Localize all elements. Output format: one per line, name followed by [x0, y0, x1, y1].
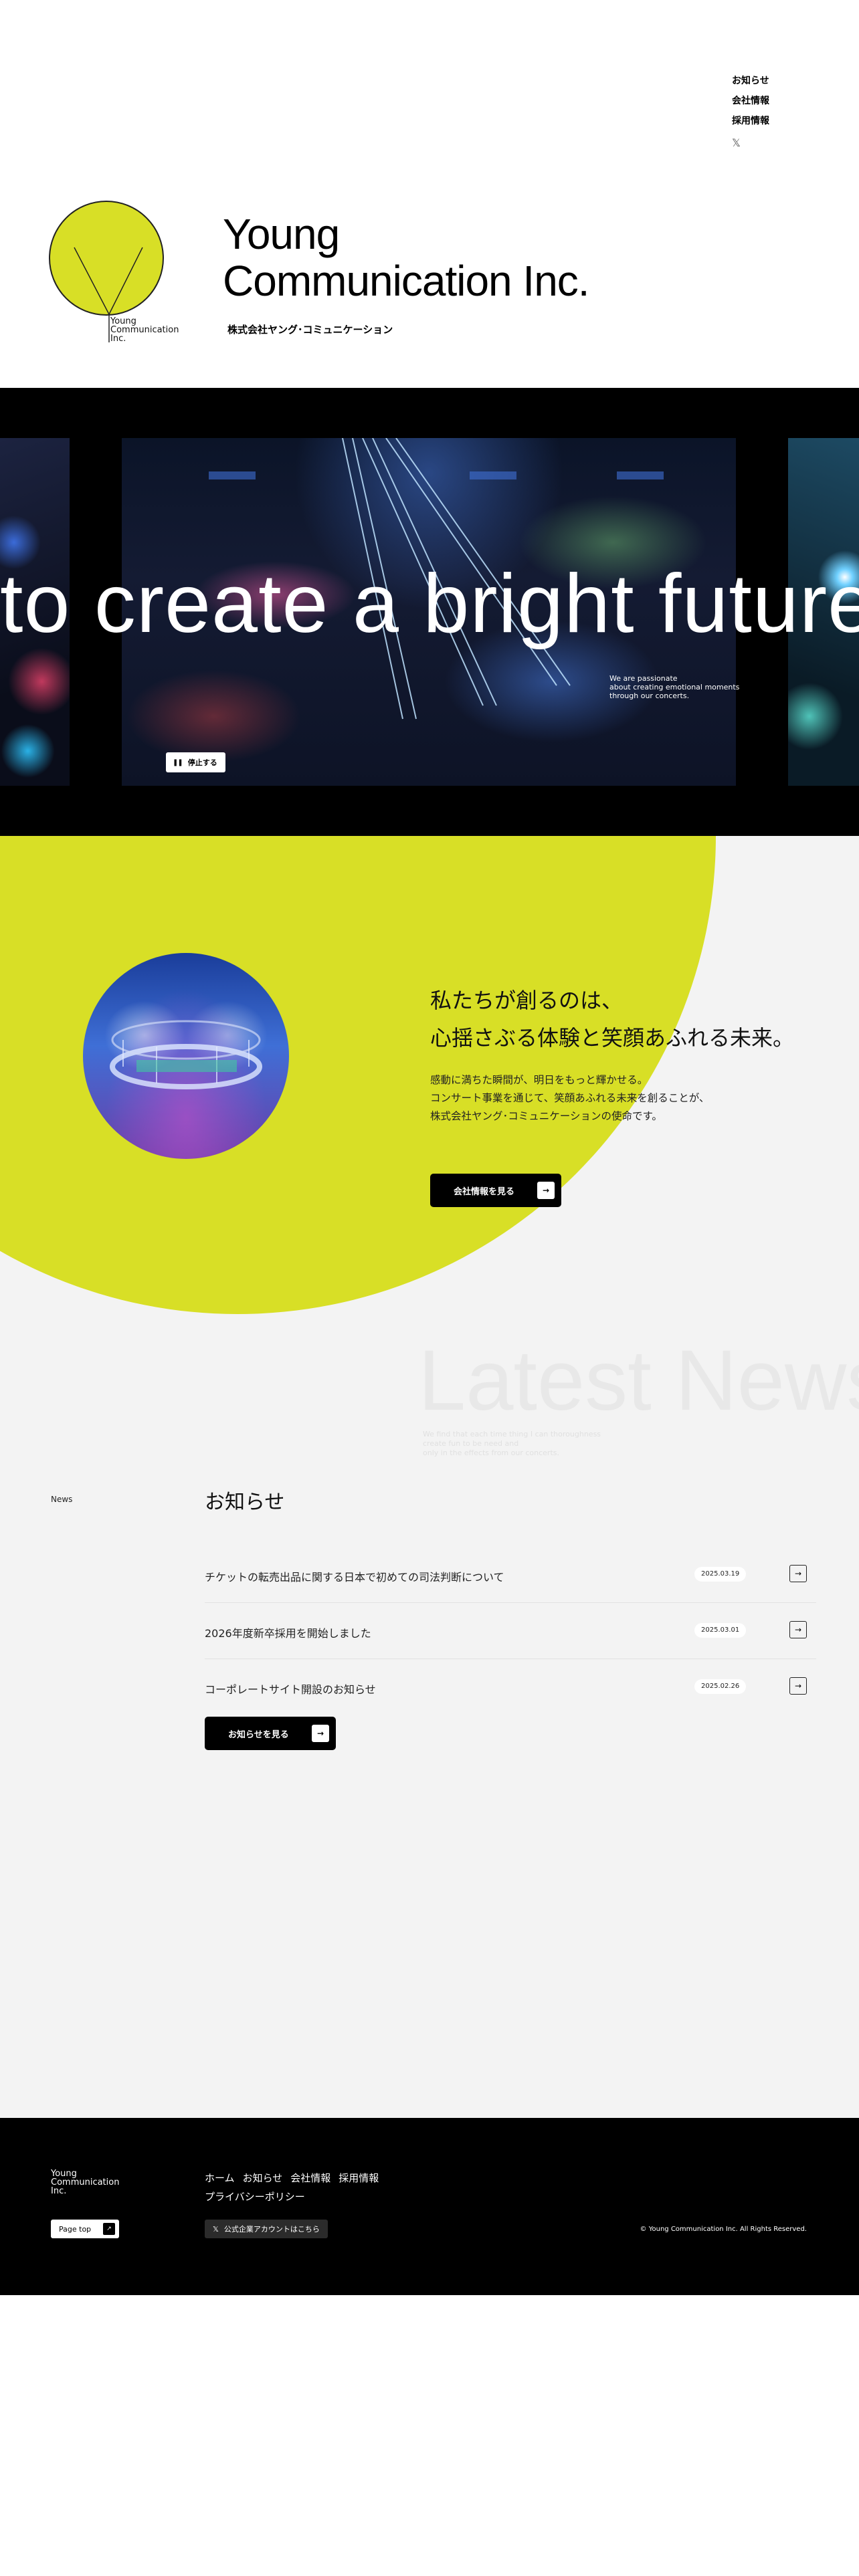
brand-title: Young Communication Inc.: [223, 210, 590, 305]
arrow-right-icon[interactable]: →: [789, 1565, 807, 1582]
latest-news-watermark-sub: We find that each time thing I can thoro…: [423, 1430, 601, 1457]
news-section: News お知らせ チケットの転売出品に関する日本で初めての司法判断について 2…: [0, 1475, 859, 2118]
news-item[interactable]: チケットの転売出品に関する日本で初めての司法判断について 2025.03.19 …: [205, 1547, 816, 1603]
arrow-up-icon: ↗: [103, 2223, 115, 2235]
pause-icon: ❚❚: [173, 758, 183, 766]
nav-company[interactable]: 会社情報: [732, 91, 812, 111]
news-item-title: 2026年度新卒採用を開始しました: [205, 1627, 371, 1640]
hero-marquee-text: to create a bright future: [0, 558, 859, 650]
footer-logo[interactable]: Young Communication Inc.: [51, 2169, 119, 2195]
news-section-label: News: [51, 1495, 73, 1504]
page-top-button[interactable]: Page top ↗: [51, 2220, 119, 2238]
copyright-text: © Young Communication Inc. All Rights Re…: [640, 2226, 807, 2233]
news-item-title: コーポレートサイト開設のお知らせ: [205, 1683, 376, 1696]
news-item[interactable]: コーポレートサイト開設のお知らせ 2025.02.26 →: [205, 1659, 816, 1715]
company-info-button[interactable]: 会社情報を見る →: [430, 1174, 561, 1207]
company-logo[interactable]: Young Communication Inc.: [49, 201, 183, 348]
x-account-label: 公式企業アカウントはこちら: [223, 2225, 320, 2234]
x-logo-icon: 𝕏: [213, 2224, 219, 2234]
about-body: 感動に満ちた瞬間が、明日をもっと輝かせる。 コンサート事業を通じて、笑顔あふれる…: [430, 1074, 710, 1122]
top-navigation: お知らせ 会社情報 採用情報 𝕏: [732, 71, 812, 149]
footer-nav-news[interactable]: お知らせ: [243, 2172, 283, 2184]
footer-nav-privacy[interactable]: プライバシーポリシー: [205, 2191, 305, 2203]
x-account-button[interactable]: 𝕏 公式企業アカウントはこちら: [205, 2220, 328, 2238]
arrow-right-icon: →: [312, 1725, 329, 1742]
about-section: 私たちが創るのは、 心揺さぶる体験と笑顔あふれる未来。 感動に満ちた瞬間が、明日…: [0, 836, 859, 1475]
footer-nav-home[interactable]: ホーム: [205, 2172, 235, 2184]
x-logo-icon[interactable]: 𝕏: [732, 136, 812, 149]
news-item-date: 2025.03.19: [694, 1567, 747, 1582]
hero-caption: We are passionate about creating emotion…: [609, 674, 740, 700]
pause-button[interactable]: ❚❚ 停止する: [166, 752, 225, 772]
site-footer: Young Communication Inc. ホーム お知らせ 会社情報 採用情報…: [0, 2118, 859, 2295]
company-info-button-label: 会社情報を見る: [454, 1186, 515, 1197]
nav-recruit[interactable]: 採用情報: [732, 111, 812, 131]
view-news-button[interactable]: お知らせを見る →: [205, 1717, 336, 1750]
news-item[interactable]: 2026年度新卒採用を開始しました 2025.03.01 →: [205, 1603, 816, 1659]
arrow-right-icon[interactable]: →: [789, 1621, 807, 1638]
brand-subtitle: 株式会社ヤング･コミュニケーション: [227, 324, 393, 336]
nav-news[interactable]: お知らせ: [732, 71, 812, 91]
stage-ring-image: [110, 1020, 262, 1089]
page-top-label: Page top: [59, 2224, 92, 2234]
news-item-date: 2025.02.26: [694, 1679, 747, 1694]
pause-label: 停止する: [187, 758, 217, 767]
arrow-right-icon: →: [537, 1182, 555, 1199]
view-news-button-label: お知らせを見る: [228, 1729, 289, 1740]
footer-navigation: ホーム お知らせ 会社情報 採用情報 プライバシーポリシー: [205, 2169, 419, 2206]
news-heading: お知らせ: [205, 1491, 285, 1514]
news-item-date: 2025.03.01: [694, 1623, 747, 1638]
about-title: 私たちが創るのは、 心揺さぶる体験と笑顔あふれる未来。: [430, 988, 795, 1051]
logo-text: Young Communication Inc.: [110, 316, 179, 344]
arrow-right-icon[interactable]: →: [789, 1677, 807, 1695]
footer-nav-recruit[interactable]: 採用情報: [339, 2172, 379, 2184]
footer-nav-company[interactable]: 会社情報: [290, 2172, 330, 2184]
hero-slideshow: to create a bright future We are passion…: [0, 388, 859, 836]
site-header: Young Communication Inc. Young Communica…: [0, 0, 859, 388]
latest-news-watermark: Latest News: [418, 1333, 859, 1428]
news-list: チケットの転売出品に関する日本で初めての司法判断について 2025.03.19 …: [205, 1547, 816, 1715]
concert-stage-photo: [83, 953, 289, 1159]
news-item-title: チケットの転売出品に関する日本で初めての司法判断について: [205, 1571, 504, 1584]
